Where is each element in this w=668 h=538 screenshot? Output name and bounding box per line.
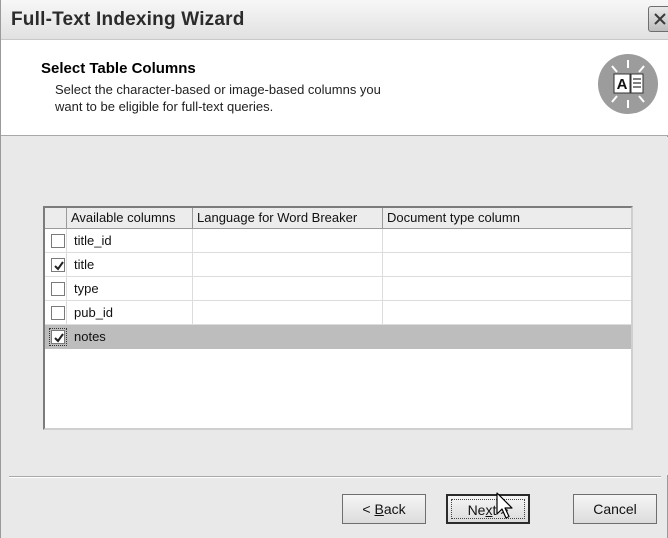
header-document-type[interactable]: Document type column — [383, 208, 631, 229]
table-row[interactable]: type — [45, 277, 631, 301]
grid-header: Available columns Language for Word Brea… — [45, 208, 631, 229]
header-checkbox-cell — [45, 208, 67, 229]
description-line-1: Select the character-based or image-base… — [55, 82, 381, 97]
description-line-2: want to be eligible for full-text querie… — [55, 99, 274, 114]
column-name: type — [74, 281, 99, 296]
checkbox-cell — [45, 229, 67, 253]
language-cell[interactable] — [193, 325, 383, 349]
column-name: title_id — [74, 233, 112, 248]
column-checkbox[interactable] — [51, 306, 65, 320]
next-button-label: Next > — [467, 502, 509, 518]
cancel-button-label: Cancel — [593, 501, 637, 517]
header-available-columns[interactable]: Available columns — [67, 208, 193, 229]
table-row[interactable]: title — [45, 253, 631, 277]
back-button[interactable]: < Back — [342, 494, 426, 524]
checkmark-icon — [54, 261, 64, 271]
checkbox-cell — [45, 301, 67, 325]
document-type-cell[interactable] — [383, 277, 631, 301]
column-name: title — [74, 257, 95, 272]
wizard-header: Select Table Columns Select the characte… — [1, 40, 668, 136]
window-title: Full-Text Indexing Wizard — [11, 9, 245, 30]
document-type-cell[interactable] — [383, 253, 631, 277]
mouse-pointer-icon — [496, 492, 513, 519]
close-button[interactable] — [648, 6, 668, 32]
title-bar[interactable]: Full-Text Indexing Wizard — [1, 0, 668, 40]
checkbox-cell — [45, 253, 67, 277]
table-row[interactable]: title_id — [45, 229, 631, 253]
column-name: notes — [74, 329, 106, 344]
language-cell[interactable] — [193, 229, 383, 253]
table-row[interactable]: notes — [45, 325, 631, 349]
checkbox-cell — [45, 277, 67, 301]
next-button[interactable]: Next > — [446, 494, 530, 524]
column-checkbox[interactable] — [51, 258, 65, 272]
footer-divider — [9, 476, 661, 478]
language-cell[interactable] — [193, 301, 383, 325]
document-type-cell[interactable] — [383, 301, 631, 325]
column-name: pub_id — [74, 305, 114, 320]
wizard-window: Full-Text Indexing Wizard Select Table C… — [0, 0, 668, 538]
table-row[interactable]: pub_id — [45, 301, 631, 325]
column-checkbox[interactable] — [49, 328, 67, 346]
language-cell[interactable] — [193, 277, 383, 301]
document-type-cell[interactable] — [383, 229, 631, 253]
checkbox-cell — [45, 325, 67, 349]
close-icon — [654, 13, 666, 25]
column-checkbox[interactable] — [51, 282, 65, 296]
document-type-cell[interactable] — [383, 325, 631, 349]
checkmark-icon — [54, 333, 64, 343]
svg-text:A: A — [617, 76, 628, 93]
column-checkbox[interactable] — [51, 234, 65, 248]
cancel-button[interactable]: Cancel — [573, 494, 657, 524]
page-title: Select Table Columns — [41, 60, 196, 77]
language-cell[interactable] — [193, 253, 383, 277]
page-description: Select the character-based or image-base… — [55, 81, 475, 115]
columns-grid[interactable]: Available columns Language for Word Brea… — [43, 206, 633, 430]
fulltext-index-icon: A — [598, 54, 658, 114]
header-language[interactable]: Language for Word Breaker — [193, 208, 383, 229]
back-button-label: < Back — [362, 501, 406, 517]
